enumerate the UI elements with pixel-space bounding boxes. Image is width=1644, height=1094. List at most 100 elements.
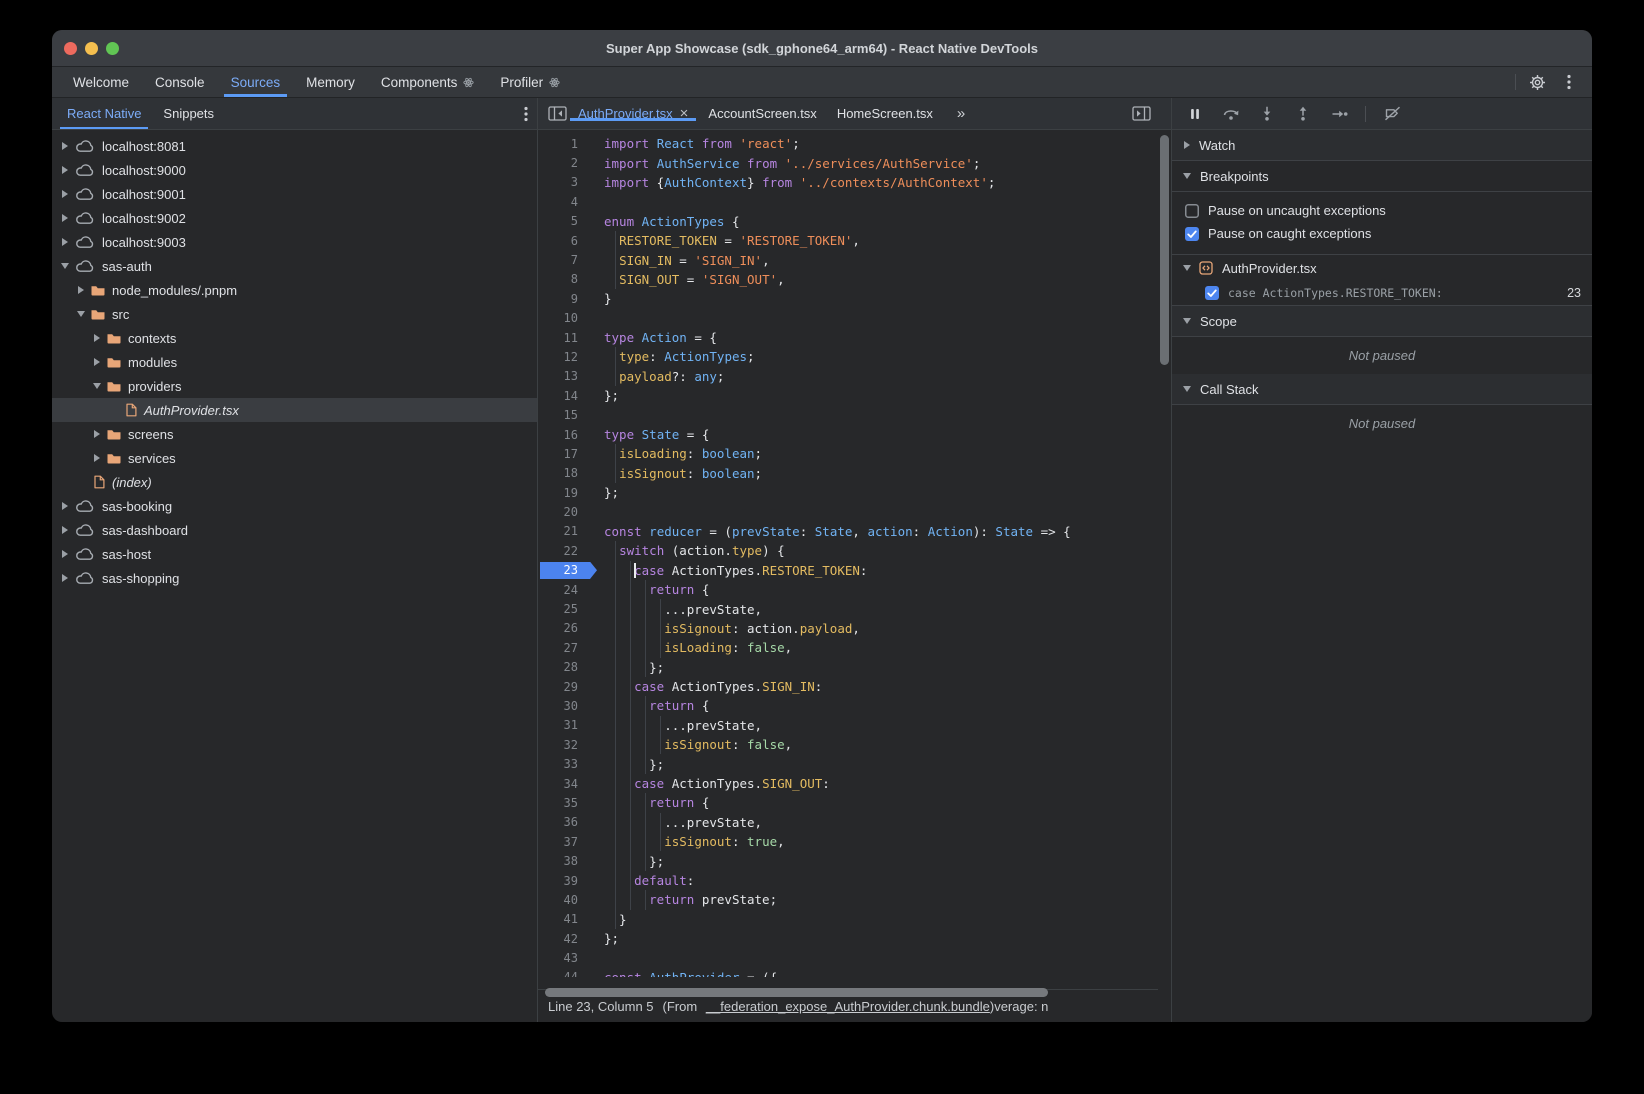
breakpoints-section-header[interactable]: Breakpoints	[1172, 161, 1592, 192]
pause-button[interactable]	[1185, 104, 1205, 124]
line-number[interactable]: 21	[538, 522, 590, 541]
tab-console[interactable]: Console	[142, 67, 218, 97]
settings-button[interactable]	[1526, 71, 1548, 93]
line-number[interactable]: 25	[538, 599, 590, 618]
chevron-right-icon[interactable]	[62, 142, 68, 150]
line-number[interactable]: 1	[538, 134, 590, 153]
editor-tab-authprovider-tsx[interactable]: AuthProvider.tsx×	[568, 106, 698, 121]
maximize-button[interactable]	[106, 42, 119, 55]
chevron-right-icon[interactable]	[62, 190, 68, 198]
line-number[interactable]: 10	[538, 308, 590, 327]
line-number[interactable]: 32	[538, 735, 590, 754]
tree-item-sas-shopping[interactable]: sas-shopping	[52, 566, 537, 590]
close-button[interactable]	[64, 42, 77, 55]
navigator-tab-react-native[interactable]: React Native	[56, 98, 152, 129]
tree-item-localhost-9003[interactable]: localhost:9003	[52, 230, 537, 254]
line-number[interactable]: 19	[538, 483, 590, 502]
chevron-right-icon[interactable]	[62, 238, 68, 246]
line-number[interactable]: 40	[538, 890, 590, 909]
line-number[interactable]: 14	[538, 386, 590, 405]
tree-item-src[interactable]: src	[52, 302, 537, 326]
line-number[interactable]: 27	[538, 638, 590, 657]
line-number[interactable]: 38	[538, 851, 590, 870]
tree-item-index[interactable]: (index)	[52, 470, 537, 494]
tree-item-providers[interactable]: providers	[52, 374, 537, 398]
line-number[interactable]: 42	[538, 929, 590, 948]
line-number[interactable]: 29	[538, 677, 590, 696]
line-number[interactable]: 41	[538, 910, 590, 929]
line-number[interactable]: 22	[538, 541, 590, 560]
scope-section-header[interactable]: Scope	[1172, 306, 1592, 337]
tab-welcome[interactable]: Welcome	[60, 67, 142, 97]
tab-components[interactable]: Components	[368, 67, 488, 97]
step-button[interactable]	[1329, 104, 1349, 124]
line-number[interactable]: 36	[538, 813, 590, 832]
tab-sources[interactable]: Sources	[218, 67, 294, 97]
line-number[interactable]: 5	[538, 212, 590, 231]
line-number[interactable]: 30	[538, 696, 590, 715]
tree-item-sas-host[interactable]: sas-host	[52, 542, 537, 566]
horizontal-scrollbar[interactable]	[545, 988, 1048, 997]
toggle-navigator-button[interactable]	[546, 102, 568, 124]
line-number[interactable]: 12	[538, 347, 590, 366]
line-number[interactable]: 20	[538, 502, 590, 521]
deactivate-breakpoints-button[interactable]	[1382, 104, 1402, 124]
breakpoint-toggle-pause-on-uncaught-exceptions[interactable]: Pause on uncaught exceptions	[1172, 199, 1592, 222]
chevron-right-icon[interactable]	[94, 454, 100, 462]
chevron-right-icon[interactable]	[62, 214, 68, 222]
tree-item-localhost-9000[interactable]: localhost:9000	[52, 158, 537, 182]
vertical-scrollbar[interactable]	[1160, 135, 1169, 365]
more-options-button[interactable]	[1558, 71, 1580, 93]
chevron-right-icon[interactable]	[62, 526, 68, 534]
chevron-right-icon[interactable]	[94, 358, 100, 366]
line-number[interactable]: 16	[538, 425, 590, 444]
toggle-debugger-sidebar-button[interactable]	[1130, 102, 1152, 124]
chevron-down-icon[interactable]	[93, 383, 101, 389]
line-number[interactable]: 28	[538, 658, 590, 677]
tree-item-sas-dashboard[interactable]: sas-dashboard	[52, 518, 537, 542]
titlebar[interactable]: Super App Showcase (sdk_gphone64_arm64) …	[52, 30, 1592, 67]
breakpoint-file-group[interactable]: AuthProvider.tsx	[1172, 255, 1592, 281]
line-number[interactable]: 23	[538, 561, 590, 580]
line-number[interactable]: 9	[538, 289, 590, 308]
editor-tab-accountscreen-tsx[interactable]: AccountScreen.tsx	[698, 106, 826, 121]
line-number[interactable]: 26	[538, 619, 590, 638]
tree-item-modules[interactable]: modules	[52, 350, 537, 374]
breakpoint-entry[interactable]: case ActionTypes.RESTORE_TOKEN:23	[1172, 281, 1592, 306]
line-number[interactable]: 2	[538, 153, 590, 172]
line-number[interactable]: 34	[538, 774, 590, 793]
line-number[interactable]: 33	[538, 754, 590, 773]
chevron-right-icon[interactable]	[62, 574, 68, 582]
chevron-right-icon[interactable]	[78, 286, 84, 294]
tree-item-localhost-8081[interactable]: localhost:8081	[52, 134, 537, 158]
line-number[interactable]: 6	[538, 231, 590, 250]
step-out-button[interactable]	[1293, 104, 1313, 124]
tree-item-screens[interactable]: screens	[52, 422, 537, 446]
editor-tab-homescreen-tsx[interactable]: HomeScreen.tsx	[827, 106, 943, 121]
line-number[interactable]: 43	[538, 948, 590, 967]
tree-item-contexts[interactable]: contexts	[52, 326, 537, 350]
line-number[interactable]: 24	[538, 580, 590, 599]
chevron-down-icon[interactable]	[77, 311, 85, 317]
chevron-right-icon[interactable]	[94, 334, 100, 342]
line-number[interactable]: 15	[538, 405, 590, 424]
chevron-right-icon[interactable]	[62, 550, 68, 558]
line-number[interactable]: 39	[538, 871, 590, 890]
line-number[interactable]: 31	[538, 716, 590, 735]
tree-item-sas-auth[interactable]: sas-auth	[52, 254, 537, 278]
step-over-button[interactable]	[1221, 104, 1241, 124]
chevron-right-icon[interactable]	[94, 430, 100, 438]
tab-profiler[interactable]: Profiler	[487, 67, 573, 97]
breakpoint-toggle-pause-on-caught-exceptions[interactable]: Pause on caught exceptions	[1172, 222, 1592, 245]
line-number[interactable]: 4	[538, 192, 590, 211]
line-number[interactable]: 7	[538, 250, 590, 269]
more-tabs-button[interactable]: »	[957, 105, 964, 122]
line-number[interactable]: 8	[538, 270, 590, 289]
tab-memory[interactable]: Memory	[293, 67, 368, 97]
minimize-button[interactable]	[85, 42, 98, 55]
line-number[interactable]: 44	[538, 968, 590, 977]
watch-section-header[interactable]: Watch	[1172, 130, 1592, 161]
line-number[interactable]: 11	[538, 328, 590, 347]
tree-item-localhost-9001[interactable]: localhost:9001	[52, 182, 537, 206]
line-number[interactable]: 3	[538, 173, 590, 192]
